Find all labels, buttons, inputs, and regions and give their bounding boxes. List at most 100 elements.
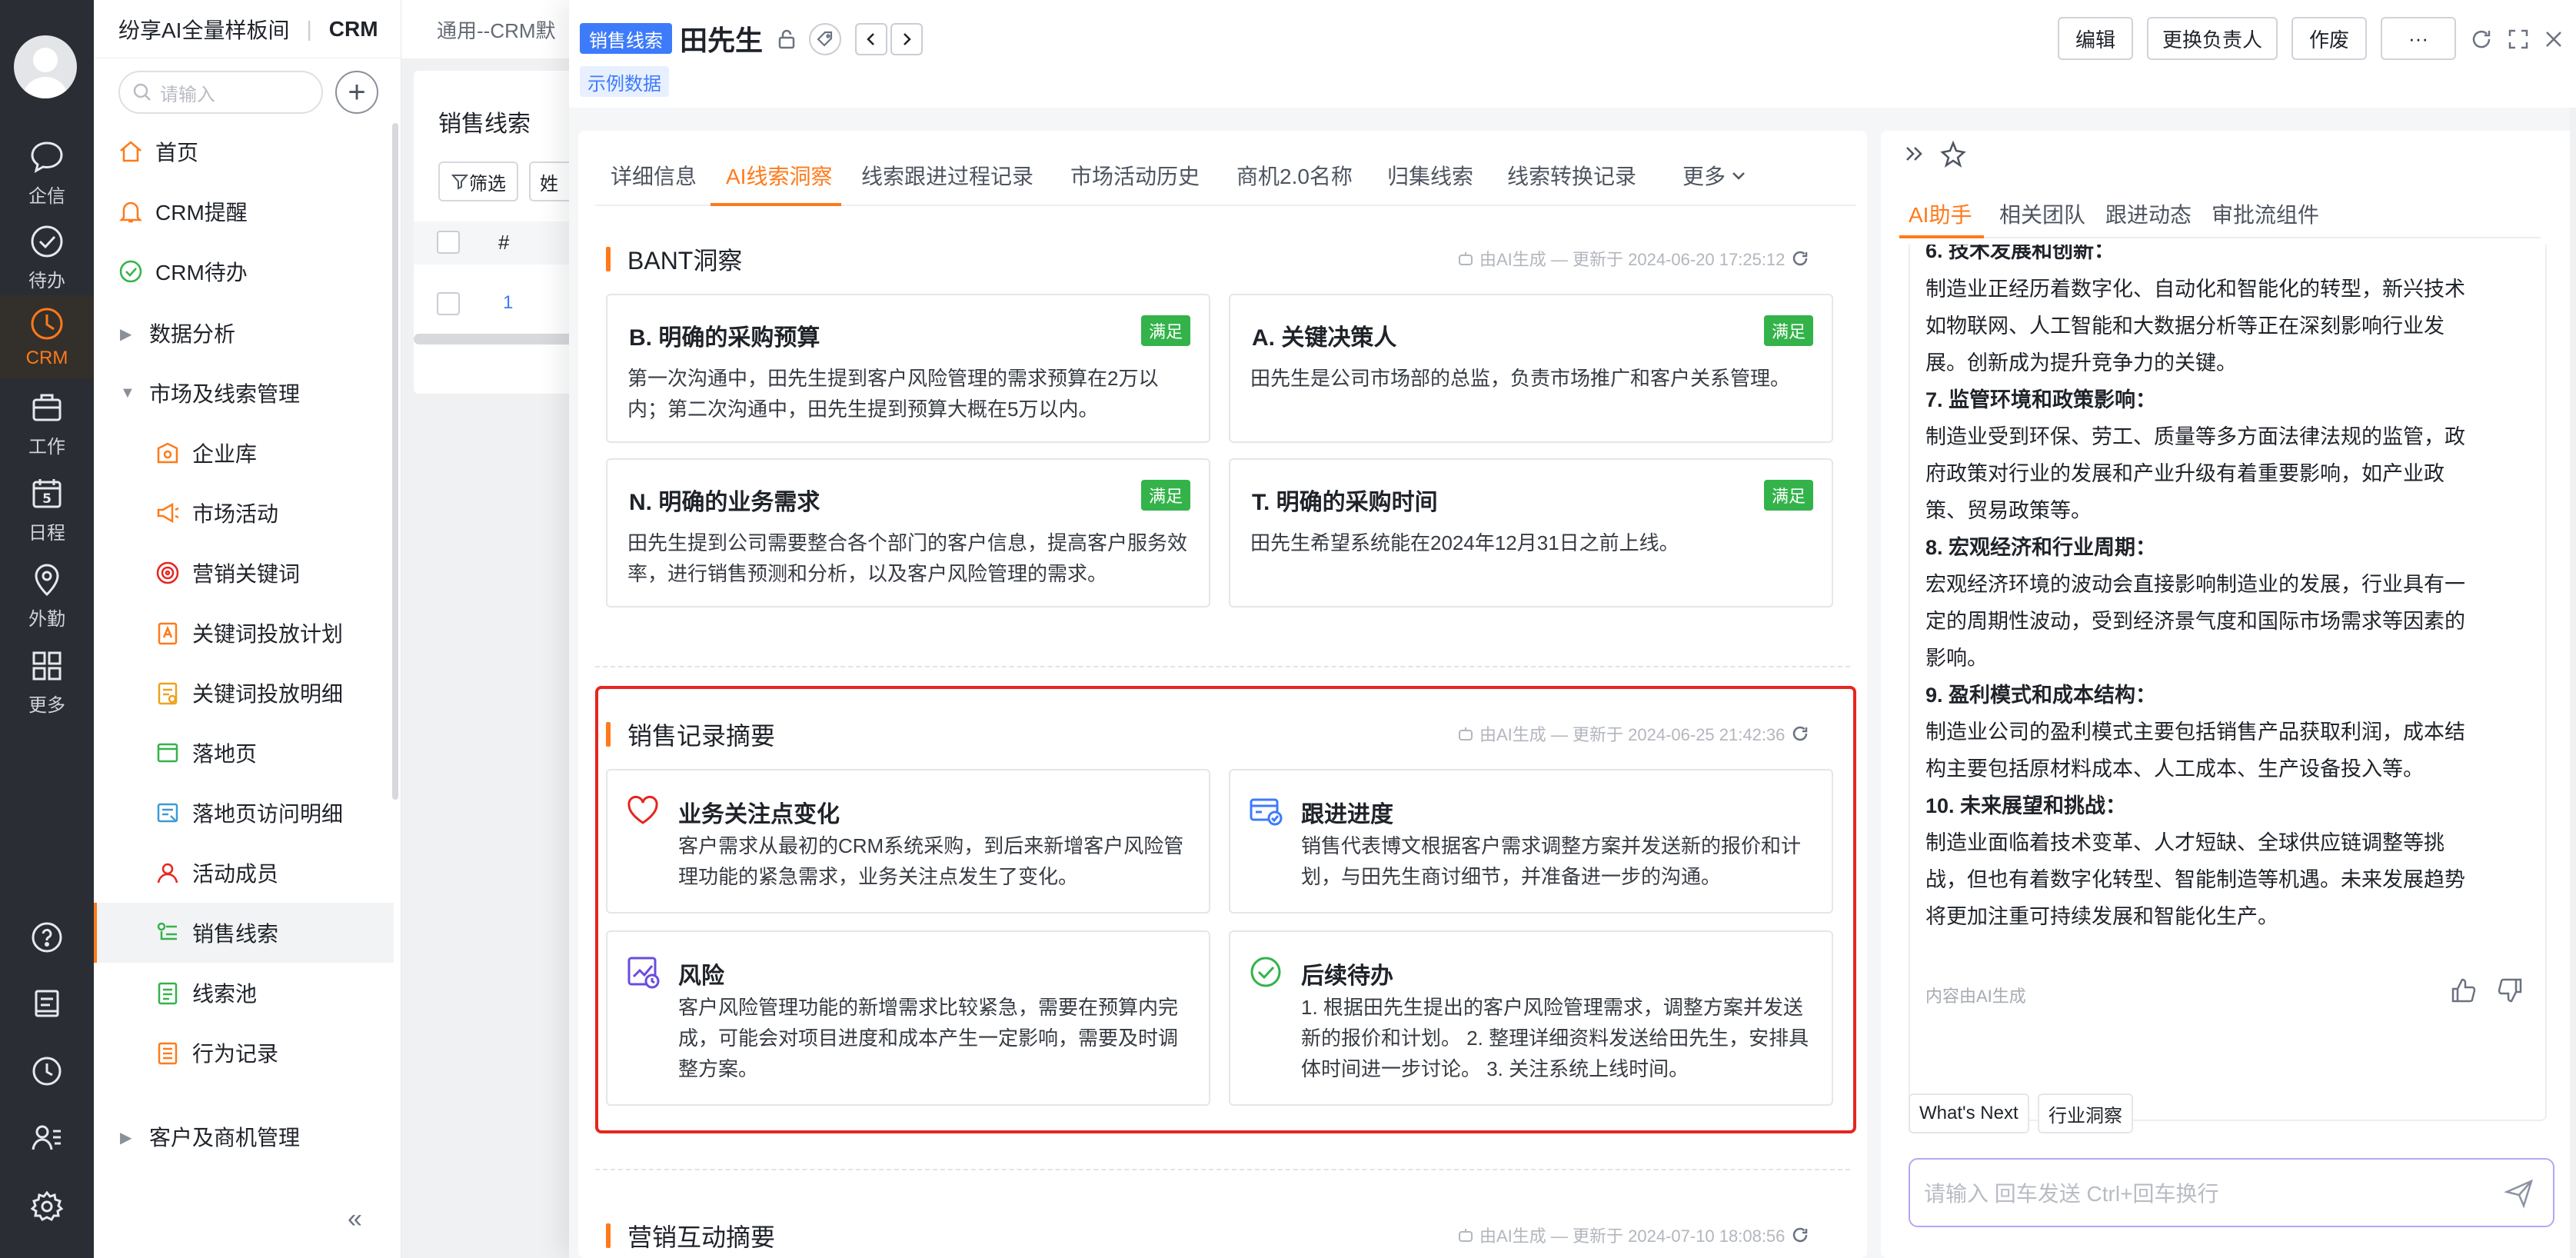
ai-chat-input[interactable]: 请输入 回车发送 Ctrl+回车换行 [1909, 1158, 2554, 1227]
ai-text-line: 构主要包括原材料成本、人工成本、生产设备投入等。 [1925, 757, 2424, 780]
refresh-icon[interactable] [1791, 249, 1809, 268]
tag-icon [817, 31, 833, 47]
card-title: 跟进进度 [1301, 802, 1393, 827]
landing-page-icon [157, 743, 178, 763]
gear-icon [30, 1190, 64, 1221]
edit-button[interactable]: 编辑 [2058, 17, 2133, 60]
history-button[interactable] [0, 1044, 94, 1098]
fullscreen-icon[interactable] [2505, 26, 2531, 52]
progress-card-icon [1250, 798, 1283, 826]
detail-doc-icon [158, 682, 178, 705]
tag-button[interactable] [809, 23, 841, 55]
nav-item-activity-members[interactable]: 活动成员 [94, 843, 394, 903]
select-all-checkbox[interactable] [437, 231, 460, 254]
tab-followup-dynamics[interactable]: 跟进动态 [2105, 198, 2192, 229]
rail-item-crm[interactable]: CRM [0, 295, 94, 378]
rail-item-messages[interactable]: 企信 [0, 131, 94, 214]
page-tab[interactable]: 通用--CRM默 [401, 0, 586, 58]
bant-card-need: N. 明确的业务需求 满足 田先生提到公司需要整合各个部门的客户信息，提高客户服… [606, 458, 1210, 607]
chip-industry-insight[interactable]: 行业洞察 [2038, 1093, 2133, 1133]
nav-item-lead-pool[interactable]: 线索池 [94, 963, 394, 1023]
lock-button[interactable] [770, 23, 803, 55]
nav-scrollbar[interactable] [392, 123, 398, 800]
tab-ai-insight[interactable]: AI线索洞察 [726, 160, 832, 191]
rail-item-more[interactable]: 更多 [0, 640, 94, 723]
nav-header: 纷享AI全量样板间 | CRM [94, 0, 401, 58]
nav-item-home[interactable]: 首页 [94, 121, 394, 181]
target-icon [156, 561, 179, 584]
ai-text-line: 府政策对行业的发展和产业升级有着重要影响，如产业政 [1925, 462, 2445, 485]
user-avatar[interactable] [14, 35, 77, 98]
change-owner-button[interactable]: 更换负责人 [2147, 17, 2278, 60]
double-chevron-right-icon[interactable] [1899, 138, 1930, 169]
rail-item-calendar[interactable]: 5 日程 [0, 468, 94, 551]
nav-item-landing-page[interactable]: 落地页 [94, 723, 394, 783]
nav-item-market-leads[interactable]: ▼ 市场及线索管理 [94, 363, 394, 423]
nav-item-crm-reminder[interactable]: CRM提醒 [94, 181, 394, 241]
rail-item-todo[interactable]: 待办 [0, 215, 94, 298]
tab-opportunity-name[interactable]: 商机2.0名称 [1236, 160, 1353, 191]
divider: | [306, 16, 312, 41]
refresh-icon[interactable] [1791, 724, 1809, 743]
building-icon [157, 442, 178, 464]
tab-details[interactable]: 详细信息 [611, 160, 697, 191]
main-content-panel: 详细信息 AI线索洞察 线索跟进过程记录 市场活动历史 商机2.0名称 归集线索… [578, 131, 1867, 1258]
nav-item-market-activity[interactable]: 市场活动 [94, 483, 394, 543]
section-title-text: 营销互动摘要 [627, 1223, 776, 1251]
rail-item-field[interactable]: 外勤 [0, 554, 94, 637]
tab-followup-records[interactable]: 线索跟进过程记录 [861, 160, 1033, 191]
refresh-icon[interactable] [1791, 1226, 1809, 1244]
ai-meta-text: 由AI生成 — 更新于 2024-07-10 18:08:56 [1479, 1226, 1786, 1246]
ai-meta-text: 由AI生成 — 更新于 2024-06-25 21:42:36 [1479, 725, 1786, 744]
thumbs-up-icon[interactable] [2448, 975, 2479, 1006]
nav-item-data-analysis[interactable]: ▶ 数据分析 [94, 303, 394, 363]
chevron-left-icon [867, 33, 874, 45]
card-description: 田先生提到公司需要整合各个部门的客户信息，提高客户服务效率，进行销售预测和分析，… [627, 531, 1188, 585]
tab-approval-flow[interactable]: 审批流组件 [2212, 198, 2319, 229]
nav-item-behavior-records[interactable]: 行为记录 [94, 1023, 394, 1083]
tab-merged-leads[interactable]: 归集线索 [1387, 160, 1473, 191]
tab-more[interactable]: 更多 [1682, 160, 1749, 191]
tab-related-team[interactable]: 相关团队 [1999, 198, 2085, 229]
send-icon[interactable] [2502, 1176, 2536, 1210]
nav-item-keyword-plan[interactable]: 关键词投放计划 [94, 603, 394, 663]
nav-item-keyword-detail[interactable]: 关键词投放明细 [94, 663, 394, 723]
filter-button[interactable]: 筛选 [438, 161, 518, 201]
add-button[interactable]: + [335, 71, 378, 114]
tab-conversion-records[interactable]: 线索转换记录 [1507, 160, 1636, 191]
tab-ai-assistant[interactable]: AI助手 [1909, 198, 1972, 229]
summary-card-focus-change: 业务关注点变化 客户需求从最初的CRM系统采购，到后来新增客户风险管理功能的紧急… [606, 769, 1210, 914]
nav-item-marketing-keywords[interactable]: 营销关键词 [94, 543, 394, 603]
rail-label: CRM [25, 348, 68, 368]
chip-whats-next[interactable]: What's Next [1909, 1093, 2029, 1133]
previous-record-button[interactable] [855, 23, 887, 55]
row-checkbox[interactable] [437, 292, 460, 315]
next-record-button[interactable] [890, 23, 923, 55]
collapse-sidebar-button[interactable]: « [348, 1204, 362, 1234]
nav-item-customer-opportunity[interactable]: ▶ 客户及商机管理 [94, 1106, 394, 1167]
rail-item-work[interactable]: 工作 [0, 381, 94, 464]
close-icon[interactable] [2541, 26, 2567, 52]
nav-item-crm-todo[interactable]: CRM待办 [94, 241, 394, 301]
nav-search-input[interactable]: 请输入 [118, 71, 323, 114]
panel-scrollbar[interactable] [2570, 108, 2576, 1258]
help-button[interactable] [0, 910, 94, 964]
more-actions-button[interactable]: ··· [2381, 17, 2456, 60]
card-title: 风险 [678, 963, 724, 989]
notes-button[interactable] [0, 977, 94, 1030]
nav-item-landing-visits[interactable]: 落地页访问明细 [94, 783, 394, 843]
void-button[interactable]: 作废 [2291, 17, 2367, 60]
settings-button[interactable] [0, 1180, 94, 1233]
thumbs-down-icon[interactable] [2494, 975, 2525, 1006]
pin-icon[interactable] [1938, 138, 1969, 169]
refresh-icon[interactable] [2468, 26, 2494, 52]
tab-market-history[interactable]: 市场活动历史 [1070, 160, 1200, 191]
nav-item-company-db[interactable]: 企业库 [94, 423, 394, 483]
svg-text:5: 5 [42, 491, 52, 507]
ai-text-line: 将更加注重可持续发展和智能化生产。 [1925, 905, 2278, 928]
rail-label: 更多 [28, 694, 65, 716]
ai-input-placeholder: 请输入 回车发送 Ctrl+回车换行 [1924, 1182, 2219, 1206]
nav-item-sales-leads[interactable]: 销售线索 [94, 903, 394, 963]
contacts-button[interactable] [0, 1110, 94, 1164]
record-title: 田先生 [680, 25, 764, 56]
